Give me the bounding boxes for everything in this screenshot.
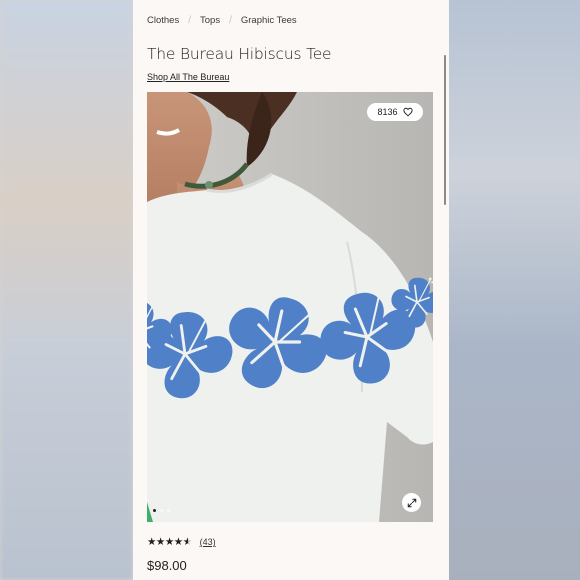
review-count-link[interactable]: (43) <box>200 537 216 547</box>
star-icon: ★ <box>164 536 174 548</box>
breadcrumb-separator: / <box>188 15 191 26</box>
breadcrumb-graphic-tees[interactable]: Graphic Tees <box>241 15 297 26</box>
breadcrumb-clothes[interactable]: Clothes <box>147 15 179 26</box>
scrollbar[interactable] <box>444 55 446 205</box>
star-icon: ★ <box>173 536 183 548</box>
like-count: 8136 <box>377 107 398 117</box>
carousel-dot[interactable] <box>167 509 170 512</box>
breadcrumb-tops[interactable]: Tops <box>200 15 220 26</box>
carousel-dots <box>153 509 170 512</box>
breadcrumb: Clothes / Tops / Graphic Tees <box>147 15 297 26</box>
breadcrumb-separator: / <box>229 15 232 26</box>
carousel-dot[interactable] <box>153 509 156 512</box>
product-photo <box>147 92 433 522</box>
background-right <box>449 0 580 580</box>
star-icon: ★ <box>147 536 156 548</box>
product-page: Clothes / Tops / Graphic Tees The Bureau… <box>133 0 449 580</box>
product-title: The Bureau Hibiscus Tee <box>147 45 332 63</box>
carousel-dot[interactable] <box>160 509 163 512</box>
like-button[interactable]: 8136 <box>367 103 423 121</box>
brand-link[interactable]: Shop All The Bureau <box>147 72 229 82</box>
product-price: $98.00 <box>147 558 187 573</box>
product-image[interactable] <box>147 92 433 522</box>
half-star-icon: ★ <box>182 536 192 548</box>
heart-icon <box>402 107 413 117</box>
background-left <box>0 0 133 580</box>
expand-image-button[interactable] <box>402 493 421 512</box>
expand-icon <box>407 498 416 507</box>
star-icon: ★ <box>155 536 165 548</box>
product-rating: ★ ★ ★ ★ ★ (43) <box>147 536 216 548</box>
rating-stars: ★ ★ ★ ★ ★ <box>147 536 192 548</box>
